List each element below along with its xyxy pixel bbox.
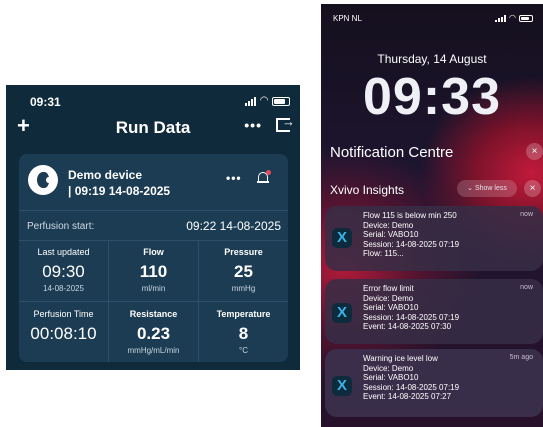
close-group-icon[interactable]: ×: [524, 180, 541, 197]
metric-pressure: Pressure 25 mmHg: [199, 240, 288, 301]
app-group-name: Xvivo Insights: [330, 183, 405, 197]
notification-card[interactable]: X Warning ice level low Device: Demo Ser…: [325, 349, 543, 417]
xvivo-app-icon: X: [332, 228, 352, 248]
notification-body: Error flow limit Device: Demo Serial: VA…: [363, 284, 459, 332]
notification-line: Device: Demo: [363, 293, 414, 303]
status-time: 09:31: [30, 95, 61, 109]
perfusion-start-row: Perfusion start: 09:22 14-08-2025: [19, 210, 288, 240]
device-name: Demo device: [68, 168, 143, 182]
perfusion-start-label: Perfusion start:: [27, 221, 95, 232]
metric-label: Resistance: [129, 309, 178, 319]
notification-body: Flow 115 is below min 250 Device: Demo S…: [363, 211, 459, 259]
avatar: [28, 165, 58, 195]
kidney-icon: [37, 172, 51, 188]
notification-line: Device: Demo: [363, 220, 414, 230]
notification-time: now: [520, 211, 533, 218]
alert-dot: [266, 170, 271, 175]
metric-unit: mmHg/mL/min: [127, 346, 180, 355]
metric-label: Flow: [143, 247, 164, 257]
carrier-name: KPN NL: [333, 14, 362, 23]
metric-value: 25: [234, 262, 253, 281]
notification-line: Flow: 115...: [363, 249, 404, 258]
bell-icon[interactable]: [257, 170, 271, 184]
device-start-time: | 09:19 14-08-2025: [68, 184, 171, 198]
metric-label: Temperature: [216, 309, 271, 319]
notification-line: Device: Demo: [363, 363, 414, 373]
battery-icon: [519, 14, 533, 22]
notification-line: Session: 14-08-2025 07:19: [363, 312, 460, 322]
metric-value: 110: [139, 262, 168, 281]
notification-time: now: [520, 284, 533, 291]
show-less-label: Show less: [474, 185, 507, 192]
more-icon[interactable]: •••: [244, 117, 262, 133]
app-header: + Run Data •••: [6, 114, 300, 141]
status-indicators: ◠: [245, 96, 290, 106]
notification-line: Event: 14-08-2025 07:27: [363, 392, 452, 401]
wifi-icon: ◠: [260, 95, 268, 106]
status-bar: 09:31 ◠: [28, 94, 290, 110]
metric-resistance: Resistance 0.23 mmHg/mL/min: [109, 302, 198, 362]
notification-line: Event: 14-08-2025 07:30: [363, 322, 452, 331]
notification-body: Warning ice level low Device: Demo Seria…: [363, 354, 459, 402]
device-card[interactable]: Demo device | 09:19 14-08-2025 ••• Perfu…: [19, 154, 288, 362]
metric-value: 09:30: [42, 262, 85, 281]
notification-centre-title: Notification Centre: [330, 144, 454, 161]
metric-label: Last updated: [37, 247, 90, 257]
xvivo-app-icon: X: [332, 303, 352, 323]
metric-label: Perfusion Time: [33, 309, 94, 319]
metric-perfusion-time: Perfusion Time 00:08:10: [19, 302, 108, 362]
notification-line: Session: 14-08-2025 07:19: [363, 382, 460, 392]
notification-card[interactable]: X Flow 115 is below min 250 Device: Demo…: [325, 206, 543, 271]
metric-value: 8: [238, 324, 249, 343]
notification-time: 5m ago: [509, 354, 533, 361]
notification-line: Serial: VABO10: [363, 230, 419, 239]
metric-unit: mmHg: [231, 284, 256, 293]
metric-value: 0.23: [136, 324, 171, 343]
lock-clock: 09:33: [363, 68, 501, 126]
metric-unit: 14-08-2025: [43, 284, 84, 293]
status-indicators: ◠: [495, 13, 533, 23]
battery-icon: [272, 96, 290, 106]
close-icon[interactable]: ×: [526, 143, 543, 160]
metric-flow: Flow 110 ml/min: [109, 240, 198, 301]
signal-icon: [245, 96, 257, 106]
wifi-icon: ◠: [509, 13, 516, 22]
signal-icon: [495, 14, 507, 22]
run-data-screen: 09:31 ◠ + Run Data ••• Demo device | 09:…: [6, 85, 300, 370]
metric-value: 00:08:10: [30, 324, 97, 343]
notification-title: Warning ice level low: [363, 354, 438, 363]
perfusion-start-value: 09:22 14-08-2025: [186, 219, 281, 233]
exit-icon[interactable]: [276, 114, 295, 132]
chevron-down-icon: ⌄: [467, 185, 473, 192]
show-less-button[interactable]: ⌄ Show less: [457, 180, 517, 197]
metric-unit: °C: [239, 346, 248, 355]
metric-unit: ml/min: [141, 284, 166, 293]
lock-screen: KPN NL ◠ Thursday, 14 August 09:33 Notif…: [321, 4, 543, 427]
notification-card[interactable]: X Error flow limit Device: Demo Serial: …: [325, 279, 543, 344]
metrics-grid: Last updated 09:30 14-08-2025 Flow 110 m…: [19, 240, 288, 362]
device-header: Demo device | 09:19 14-08-2025 •••: [19, 154, 288, 210]
xvivo-app-icon: X: [332, 376, 352, 396]
metric-last-updated: Last updated 09:30 14-08-2025: [19, 240, 108, 301]
metric-temperature: Temperature 8 °C: [199, 302, 288, 362]
notification-line: Serial: VABO10: [363, 373, 419, 382]
notification-title: Flow 115 is below min 250: [363, 211, 457, 220]
notification-title: Error flow limit: [363, 284, 414, 293]
lock-date: Thursday, 14 August: [377, 52, 487, 66]
notification-line: Serial: VABO10: [363, 303, 419, 312]
notification-line: Session: 14-08-2025 07:19: [363, 239, 460, 249]
device-more-icon[interactable]: •••: [226, 171, 242, 185]
metric-label: Pressure: [224, 247, 263, 257]
